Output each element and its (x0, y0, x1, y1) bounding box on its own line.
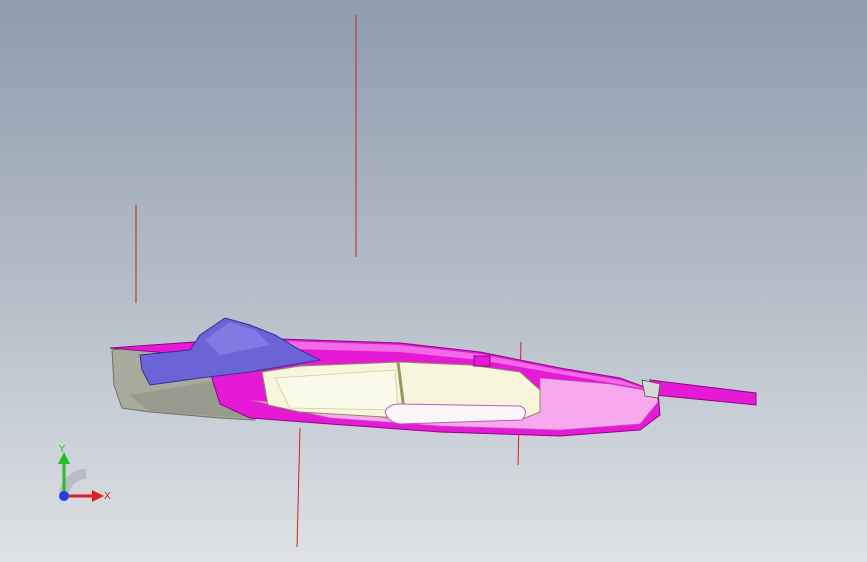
x-axis-label: X (104, 491, 111, 502)
z-axis-dot (59, 491, 69, 501)
y-axis-label: Y (58, 444, 66, 455)
top-clip[interactable] (473, 355, 491, 367)
cad-viewport[interactable]: Y X (0, 0, 867, 562)
guide-line-bottom (296, 427, 301, 548)
x-axis-arrowhead (92, 490, 104, 502)
front-button[interactable] (384, 403, 526, 425)
model-scene[interactable] (0, 0, 867, 562)
coordinate-triad[interactable]: Y X (50, 440, 120, 510)
side-tab[interactable] (649, 379, 757, 406)
